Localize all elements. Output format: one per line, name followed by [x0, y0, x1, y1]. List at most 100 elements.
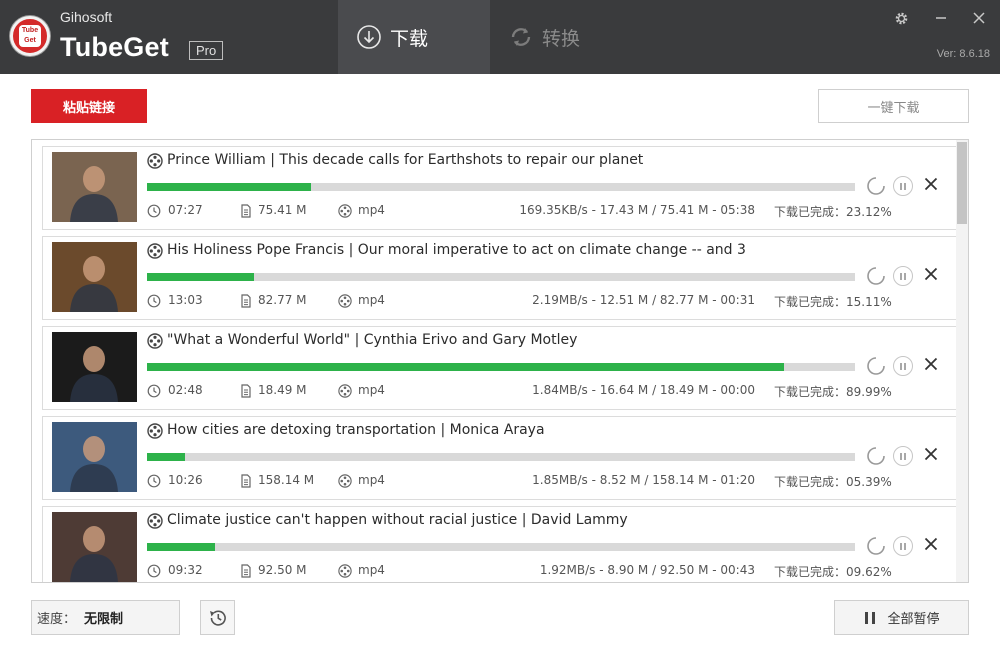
video-thumbnail: [52, 422, 137, 492]
file-size: 82.77 M: [258, 293, 307, 307]
video-duration: 10:26: [168, 473, 203, 487]
speed-limit-selector[interactable]: 速度： 无限制: [31, 600, 180, 635]
video-duration: 13:03: [168, 293, 203, 307]
one-key-download-button[interactable]: 一键下载: [818, 89, 969, 123]
pause-item-button[interactable]: [893, 536, 913, 556]
video-title: How cities are detoxing transportation |…: [167, 422, 545, 438]
close-icon: [973, 12, 985, 24]
convert-icon: [511, 28, 531, 46]
video-duration: 07:27: [168, 203, 203, 217]
film-reel-icon: [147, 333, 163, 349]
video-thumbnail: [52, 332, 137, 402]
download-item[interactable]: Climate justice can't happen without rac…: [42, 506, 957, 582]
download-speed-info: 1.92MB/s - 8.90 M / 92.50 M - 00:43: [539, 563, 755, 577]
progress-bar: [147, 453, 855, 461]
download-speed-info: 169.35KB/s - 17.43 M / 75.41 M - 05:38: [519, 203, 755, 217]
logo-text-line1: Tube: [21, 27, 39, 34]
file-format: mp4: [358, 563, 385, 577]
document-icon: [241, 294, 251, 308]
tab-download-label: 下载: [390, 27, 429, 50]
history-icon: [209, 609, 226, 626]
film-reel-icon: [147, 423, 163, 439]
clock-icon: [147, 294, 161, 308]
pause-item-button[interactable]: [893, 266, 913, 286]
remove-item-button[interactable]: [921, 355, 941, 375]
gear-icon: [895, 12, 907, 24]
clock-icon: [147, 474, 161, 488]
pause-icon-bar: [904, 182, 906, 190]
video-thumbnail: [52, 242, 137, 312]
clock-icon: [147, 564, 161, 578]
progress-fill: [147, 183, 311, 191]
file-size: 92.50 M: [258, 563, 307, 577]
film-reel-icon: [338, 294, 352, 308]
download-icon: [357, 25, 381, 49]
company-name: Gihosoft: [60, 9, 113, 25]
speed-label: 速度：: [37, 612, 77, 627]
thumbnail-image: [52, 512, 137, 582]
pause-icon-bar: [900, 452, 902, 460]
minimize-button[interactable]: [922, 0, 960, 36]
file-format: mp4: [358, 293, 385, 307]
edition-badge: Pro: [189, 41, 224, 60]
loading-spinner-icon: [867, 537, 885, 555]
close-icon: [924, 447, 938, 461]
title-bar: Tube Get Gihosoft TubeGet Pro 下载 转换 Ver:…: [0, 0, 1000, 74]
file-format: mp4: [358, 473, 385, 487]
history-button[interactable]: [200, 600, 235, 635]
speed-value: 无限制: [84, 612, 124, 627]
download-speed-info: 1.84MB/s - 16.64 M / 18.49 M - 00:00: [532, 383, 755, 397]
download-item[interactable]: Prince William | This decade calls for E…: [42, 146, 957, 230]
remove-item-button[interactable]: [921, 175, 941, 195]
thumbnail-image: [52, 332, 137, 402]
remove-item-button[interactable]: [921, 445, 941, 465]
loading-spinner-icon: [867, 447, 885, 465]
minimize-icon: [936, 17, 946, 19]
document-icon: [241, 474, 251, 488]
tab-convert[interactable]: 转换: [490, 0, 642, 74]
progress-fill: [147, 363, 785, 371]
version-label: Ver: 8.6.18: [936, 48, 990, 60]
paste-link-button[interactable]: 粘贴链接: [31, 89, 147, 123]
pause-item-button[interactable]: [893, 356, 913, 376]
film-reel-icon: [147, 243, 163, 259]
pause-icon-bar: [900, 362, 902, 370]
progress-bar: [147, 273, 855, 281]
pause-icon-bar: [900, 542, 902, 550]
video-duration: 09:32: [168, 563, 203, 577]
clock-icon: [147, 204, 161, 218]
scrollbar[interactable]: [956, 140, 968, 582]
pause-item-button[interactable]: [893, 446, 913, 466]
video-duration: 02:48: [168, 383, 203, 397]
video-thumbnail: [52, 152, 137, 222]
progress-fill: [147, 453, 186, 461]
pause-icon-bar: [904, 452, 906, 460]
download-list: Prince William | This decade calls for E…: [31, 139, 969, 583]
video-title: His Holiness Pope Francis | Our moral im…: [167, 242, 749, 258]
pause-item-button[interactable]: [893, 176, 913, 196]
pause-all-label: 全部暂停: [887, 612, 940, 627]
film-reel-icon: [338, 564, 352, 578]
download-item[interactable]: How cities are detoxing transportation |…: [42, 416, 957, 500]
remove-item-button[interactable]: [921, 535, 941, 555]
close-icon: [924, 177, 938, 191]
close-icon: [924, 537, 938, 551]
download-status: 下载已完成：23.12%: [774, 205, 892, 219]
tab-download[interactable]: 下载: [338, 0, 490, 74]
download-item[interactable]: "What a Wonderful World" | Cynthia Erivo…: [42, 326, 957, 410]
download-status: 下载已完成：89.99%: [774, 385, 892, 399]
video-title: Prince William | This decade calls for E…: [167, 152, 644, 168]
file-size: 18.49 M: [258, 383, 307, 397]
pause-all-button[interactable]: 全部暂停: [834, 600, 969, 635]
document-icon: [241, 204, 251, 218]
pause-icon-bar: [900, 182, 902, 190]
close-button[interactable]: [960, 0, 998, 36]
progress-fill: [147, 273, 254, 281]
progress-bar: [147, 543, 855, 551]
close-icon: [924, 267, 938, 281]
remove-item-button[interactable]: [921, 265, 941, 285]
pause-icon-bar: [900, 272, 902, 280]
scrollbar-thumb[interactable]: [957, 142, 967, 224]
settings-button[interactable]: [882, 0, 920, 36]
download-item[interactable]: His Holiness Pope Francis | Our moral im…: [42, 236, 957, 320]
